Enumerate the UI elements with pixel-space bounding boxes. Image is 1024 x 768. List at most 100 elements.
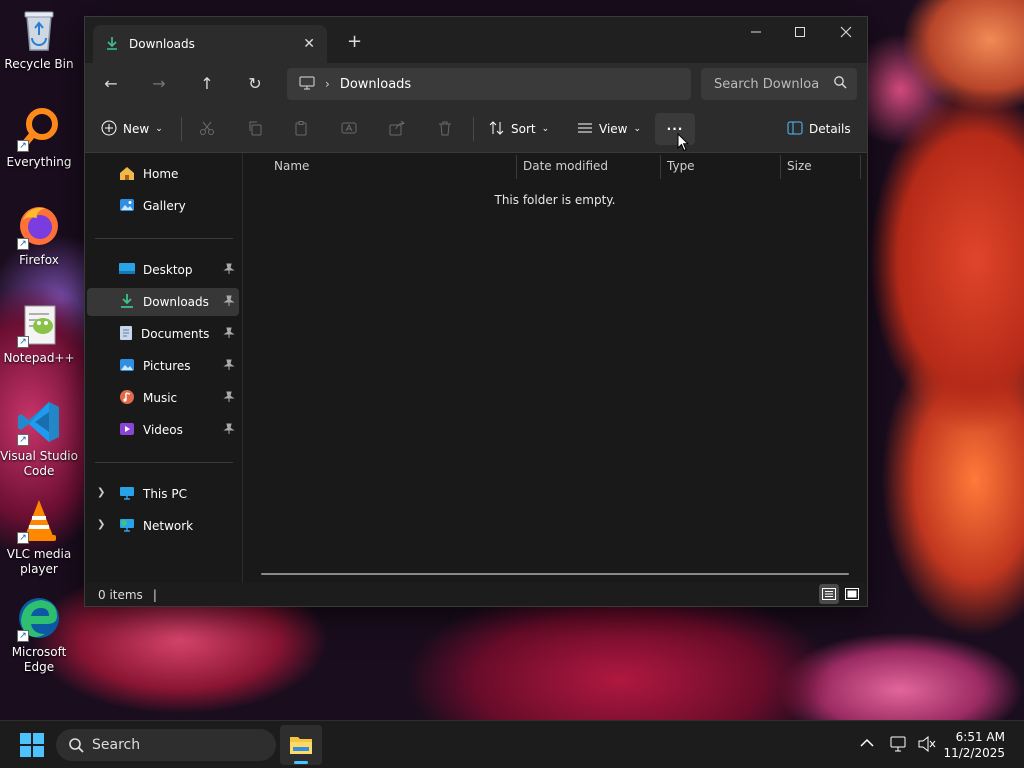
nav-item-this-pc[interactable]: ❯ This PC bbox=[87, 480, 239, 508]
pin-icon[interactable] bbox=[223, 359, 235, 374]
mouse-cursor-icon bbox=[677, 132, 690, 155]
plus-circle-icon bbox=[101, 120, 117, 139]
desktop-icon-vlc[interactable]: ↗ VLC media player bbox=[0, 496, 78, 577]
toolbar-divider bbox=[473, 117, 474, 141]
tab-downloads[interactable]: Downloads ✕ bbox=[93, 25, 327, 63]
new-button[interactable]: New ⌄ bbox=[101, 117, 163, 141]
nav-item-documents[interactable]: Documents bbox=[87, 320, 239, 348]
tab-close-icon[interactable]: ✕ bbox=[303, 36, 315, 52]
column-header-type[interactable]: Type bbox=[660, 153, 780, 179]
sort-arrows-icon bbox=[489, 120, 505, 139]
chevron-right-icon[interactable]: ❯ bbox=[97, 487, 105, 498]
clock-date: 11/2/2025 bbox=[943, 746, 1005, 760]
paste-button[interactable] bbox=[293, 117, 309, 141]
pin-icon[interactable] bbox=[223, 327, 235, 342]
search-input[interactable]: Search Downloa bbox=[701, 68, 857, 100]
pin-icon[interactable] bbox=[223, 263, 235, 278]
taskbar-search[interactable]: Search bbox=[56, 729, 276, 761]
start-button[interactable] bbox=[20, 733, 44, 760]
desktop-icon-firefox[interactable]: ↗ Firefox bbox=[0, 202, 78, 268]
item-count: 0 items bbox=[98, 587, 143, 602]
everything-search-icon: ↗ bbox=[15, 104, 63, 152]
show-hidden-icons-button[interactable] bbox=[860, 737, 874, 751]
folder-icon bbox=[289, 734, 313, 759]
home-icon bbox=[119, 165, 135, 184]
desktop-icon-everything[interactable]: ↗ Everything bbox=[0, 104, 78, 170]
new-label: New bbox=[123, 122, 150, 136]
nav-item-downloads[interactable]: Downloads bbox=[87, 288, 239, 316]
nav-label: Downloads bbox=[143, 295, 209, 309]
desktop-icon-recycle-bin[interactable]: Recycle Bin bbox=[0, 6, 78, 72]
nav-item-music[interactable]: Music bbox=[87, 384, 239, 412]
network-status-button[interactable] bbox=[890, 736, 908, 755]
desktop-icon-label: Microsoft Edge bbox=[11, 645, 67, 674]
back-button[interactable]: ← bbox=[99, 73, 123, 95]
pin-icon[interactable] bbox=[223, 295, 235, 310]
nav-item-gallery[interactable]: Gallery bbox=[87, 192, 239, 220]
shortcut-arrow-icon: ↗ bbox=[17, 434, 29, 446]
this-pc-icon bbox=[119, 486, 135, 503]
details-pane-button[interactable]: Details bbox=[787, 117, 851, 141]
cut-button[interactable] bbox=[199, 117, 215, 141]
nav-divider bbox=[95, 462, 233, 463]
shortcut-arrow-icon: ↗ bbox=[17, 238, 29, 250]
chevron-down-icon: ⌄ bbox=[155, 124, 163, 134]
pin-icon[interactable] bbox=[223, 423, 235, 438]
nav-item-videos[interactable]: Videos bbox=[87, 416, 239, 444]
rename-icon bbox=[341, 120, 357, 139]
nav-item-home[interactable]: Home bbox=[87, 160, 239, 188]
details-label: Details bbox=[809, 122, 851, 136]
up-button[interactable]: ↑ bbox=[195, 73, 219, 95]
volume-button[interactable] bbox=[918, 735, 936, 755]
music-icon bbox=[119, 389, 135, 408]
system-clock[interactable]: 6:51 AM 11/2/2025 bbox=[943, 729, 1005, 761]
see-more-button[interactable]: ··· bbox=[655, 113, 695, 145]
refresh-button[interactable]: ↻ bbox=[243, 73, 267, 95]
view-button[interactable]: View ⌄ bbox=[577, 117, 641, 141]
minimize-button[interactable] bbox=[733, 17, 779, 47]
search-icon bbox=[833, 75, 847, 93]
pin-icon[interactable] bbox=[223, 391, 235, 406]
column-label: Type bbox=[667, 159, 695, 173]
chevron-down-icon: ⌄ bbox=[541, 124, 550, 134]
close-button[interactable] bbox=[823, 17, 867, 47]
details-view-button[interactable] bbox=[819, 584, 839, 604]
shortcut-arrow-icon: ↗ bbox=[17, 532, 29, 544]
column-header-name[interactable]: Name bbox=[267, 153, 517, 179]
column-header-size[interactable]: Size bbox=[780, 153, 860, 179]
clipboard-icon bbox=[293, 120, 309, 139]
view-lines-icon bbox=[577, 120, 593, 139]
desktop-icon-edge[interactable]: ↗ Microsoft Edge bbox=[0, 594, 78, 675]
file-list[interactable]: Name Date modified Type Size This folder… bbox=[243, 153, 867, 583]
monitor-icon bbox=[299, 76, 315, 93]
taskbar-file-explorer-button[interactable] bbox=[280, 725, 322, 765]
desktop-icon-label: Visual Studio Code bbox=[0, 449, 78, 478]
desktop-icon-vscode[interactable]: ↗ Visual Studio Code bbox=[0, 398, 78, 479]
taskbar: Search 6:51 AM 11/2/2025 bbox=[0, 720, 1024, 768]
nav-item-pictures[interactable]: Pictures bbox=[87, 352, 239, 380]
copy-button[interactable] bbox=[247, 117, 263, 141]
large-icons-view-button[interactable] bbox=[842, 584, 862, 604]
desktop-icon-notepadpp[interactable]: ↗ Notepad++ bbox=[0, 300, 78, 366]
sort-button[interactable]: Sort ⌄ bbox=[489, 117, 549, 141]
column-header-date-modified[interactable]: Date modified bbox=[516, 153, 660, 179]
nav-item-network[interactable]: ❯ Network bbox=[87, 512, 239, 540]
forward-button[interactable]: → bbox=[147, 73, 171, 95]
share-button[interactable] bbox=[389, 117, 405, 141]
maximize-button[interactable] bbox=[777, 17, 823, 47]
nav-label: Desktop bbox=[143, 263, 193, 277]
column-divider[interactable] bbox=[860, 155, 861, 179]
status-bar: 0 items | bbox=[85, 583, 867, 606]
shortcut-arrow-icon: ↗ bbox=[17, 630, 29, 642]
chevron-right-icon[interactable]: ❯ bbox=[97, 519, 105, 530]
horizontal-scrollbar[interactable] bbox=[261, 573, 849, 575]
delete-button[interactable] bbox=[437, 117, 453, 141]
share-icon bbox=[389, 120, 405, 139]
breadcrumb[interactable]: › Downloads bbox=[287, 68, 691, 100]
new-tab-button[interactable]: + bbox=[347, 31, 362, 52]
nav-item-desktop[interactable]: Desktop bbox=[87, 256, 239, 284]
nav-label: Videos bbox=[143, 423, 183, 437]
rename-button[interactable] bbox=[341, 117, 357, 141]
breadcrumb-current[interactable]: Downloads bbox=[340, 77, 411, 92]
videos-icon bbox=[119, 421, 135, 440]
